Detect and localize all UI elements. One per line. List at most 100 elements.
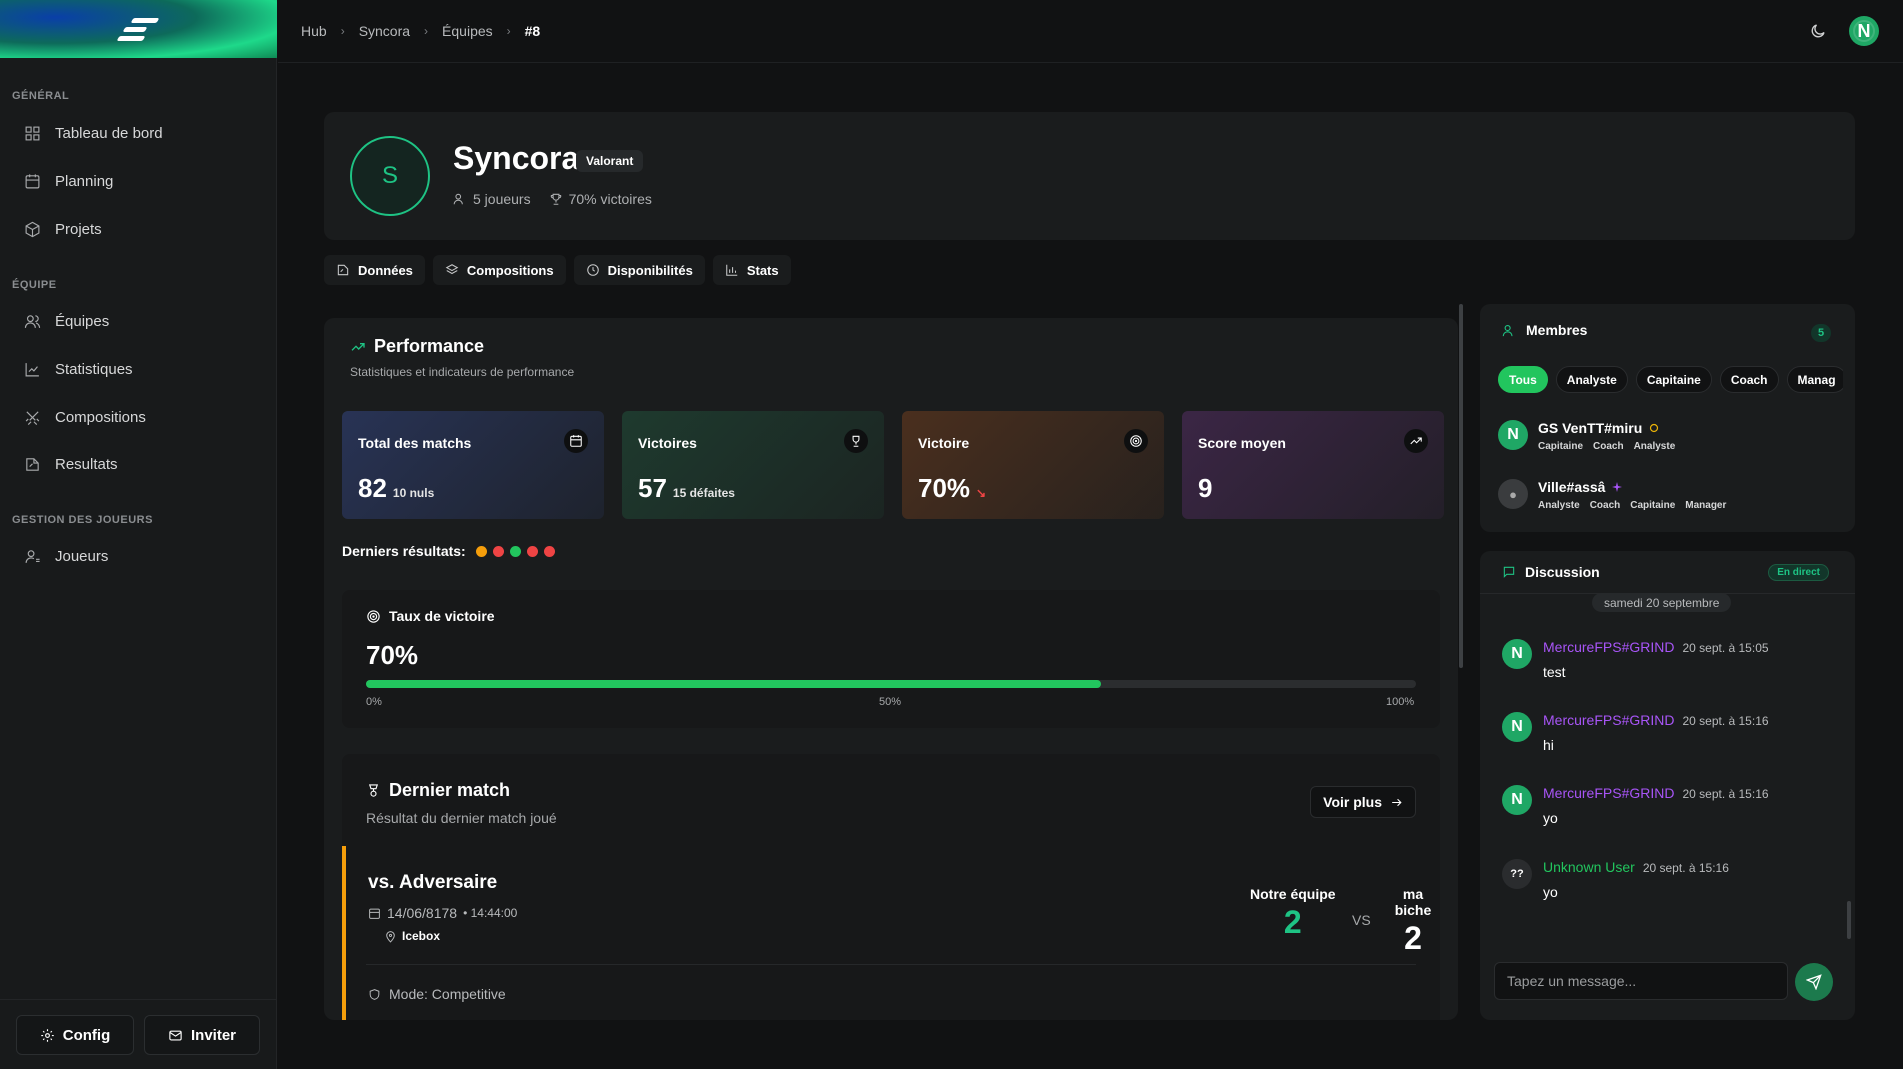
chevron-right-icon: › <box>506 24 511 38</box>
stat-sub: 15 défaites <box>672 486 735 500</box>
tab-data[interactable]: Données <box>324 255 425 285</box>
filter-manager[interactable]: Manag <box>1786 366 1843 393</box>
layers-icon <box>445 264 459 275</box>
chat-message: N MercureFPS#GRIND 20 sept. à 15:16 yo <box>1502 785 1769 826</box>
stat-value-wrap: 70% ↘ <box>918 473 986 504</box>
away-team-score: 2 <box>1404 920 1422 956</box>
stat-value-wrap: 9 <box>1198 473 1212 504</box>
see-more-button[interactable]: Voir plus <box>1310 786 1416 818</box>
member-item[interactable]: ● Ville#assâ Analyste Coach Capitaine Ma… <box>1498 479 1726 511</box>
match-map: Icebox <box>384 929 440 943</box>
main-scrollbar[interactable] <box>1459 304 1463 668</box>
member-item[interactable]: N GS VenTT#miru Capitaine Coach Analyste <box>1498 420 1675 452</box>
sidebar-item-teams[interactable]: Équipes <box>24 313 109 330</box>
stat-value: 57 <box>638 473 667 503</box>
team-avatar: S <box>350 136 430 216</box>
stat-label: Score moyen <box>1198 435 1286 451</box>
result-dot <box>526 545 538 557</box>
invite-label: Inviter <box>190 1026 236 1044</box>
sidebar-item-dashboard[interactable]: Tableau de bord <box>24 125 163 142</box>
home-score: Notre équipe 2 <box>1250 886 1336 941</box>
box-icon <box>25 221 40 238</box>
message-author[interactable]: MercureFPS#GRIND <box>1543 712 1674 728</box>
sidebar-item-results[interactable]: Resultats <box>24 456 118 473</box>
sidebar-item-compositions[interactable]: Compositions <box>24 409 146 426</box>
chat-message: N MercureFPS#GRIND 20 sept. à 15:05 test <box>1502 639 1769 680</box>
message-text: yo <box>1543 884 1558 900</box>
bar-chart-icon <box>726 264 738 276</box>
stat-value: 9 <box>1198 473 1213 503</box>
chat-scrollbar[interactable] <box>1847 901 1851 939</box>
breadcrumb-syncora[interactable]: Syncora <box>359 23 410 39</box>
calendar-icon <box>369 908 380 919</box>
member-name: GS VenTT#miru <box>1538 420 1643 436</box>
member-roles: Capitaine Coach Analyste <box>1538 441 1675 452</box>
message-author[interactable]: MercureFPS#GRIND <box>1543 639 1674 655</box>
chevron-right-icon: › <box>424 24 429 38</box>
breadcrumb-hub[interactable]: Hub <box>301 23 327 39</box>
trophy-icon <box>844 429 868 453</box>
match-date: 14/06/8178 • 14:44:00 <box>368 905 517 921</box>
last-match-subtitle: Résultat du dernier match joué <box>366 810 557 826</box>
chat-message-input[interactable] <box>1494 962 1788 1000</box>
role-badge: Analyste <box>1538 500 1580 511</box>
tab-compositions[interactable]: Compositions <box>432 255 566 285</box>
swords-icon <box>25 411 40 425</box>
players-count-text: 5 joueurs <box>473 191 531 207</box>
members-title-text: Membres <box>1526 322 1588 338</box>
message-author[interactable]: MercureFPS#GRIND <box>1543 785 1674 801</box>
member-name-row: GS VenTT#miru <box>1538 420 1675 436</box>
breadcrumb-teams[interactable]: Équipes <box>442 23 493 39</box>
sidebar-item-players[interactable]: Joueurs <box>24 548 108 565</box>
invite-button[interactable]: Inviter <box>144 1015 260 1055</box>
stat-sub: 10 nuls <box>392 486 435 500</box>
filter-all[interactable]: Tous <box>1498 366 1548 393</box>
filter-captain[interactable]: Capitaine <box>1635 366 1712 393</box>
user-avatar[interactable]: N <box>1849 16 1879 46</box>
breadcrumb-current: #8 <box>524 23 541 39</box>
filter-coach[interactable]: Coach <box>1719 366 1779 393</box>
sidebar-item-planning[interactable]: Planning <box>24 173 113 190</box>
sidebar-item-stats[interactable]: Statistiques <box>24 361 133 378</box>
stat-card-wins: Victoires 57 15 défaites <box>622 411 884 519</box>
avatar: N <box>1502 639 1532 669</box>
member-roles: Analyste Coach Capitaine Manager <box>1538 500 1726 511</box>
dashboard-icon <box>25 126 40 141</box>
avatar: ?? <box>1502 859 1532 889</box>
moon-icon[interactable] <box>1809 22 1827 40</box>
breadcrumb: Hub › Syncora › Équipes › #8 <box>301 23 540 39</box>
message-time: 20 sept. à 15:16 <box>1682 787 1769 801</box>
win-rate-value: 70% <box>366 640 419 670</box>
team-meta: 5 joueurs 70% victoires <box>453 191 652 207</box>
players-count: 5 joueurs <box>453 191 531 207</box>
game-badge: Valorant <box>576 150 644 172</box>
chevron-right-icon: › <box>340 24 345 38</box>
discussion-panel: Discussion En direct samedi 20 septembre… <box>1480 551 1855 1020</box>
win-rate-card: Taux de victoire 70% 0% 50% 100% <box>342 590 1440 728</box>
home-team-name: Notre équipe <box>1250 886 1336 902</box>
members-title: Membres <box>1502 322 1587 338</box>
tab-stats[interactable]: Stats <box>712 255 791 285</box>
calendar-clock-icon <box>25 174 40 189</box>
match-row[interactable]: vs. Adversaire 14/06/8178 • 14:44:00 Ice… <box>342 846 1440 1020</box>
send-button[interactable] <box>1795 963 1833 1001</box>
crown-icon <box>1650 423 1659 433</box>
config-button[interactable]: Config <box>16 1015 134 1055</box>
role-badge: Manager <box>1685 500 1727 511</box>
tab-availability[interactable]: Disponibilités <box>573 255 705 285</box>
winrate-summary-text: 70% victoires <box>568 191 652 207</box>
away-team-name: ma biche <box>1394 886 1432 918</box>
message-author[interactable]: Unknown User <box>1543 859 1635 875</box>
win-rate-title-text: Taux de victoire <box>389 608 495 624</box>
stat-label: Total des matchs <box>358 435 472 451</box>
role-badge: Capitaine <box>1630 500 1676 511</box>
sidebar-item-projects[interactable]: Projets <box>24 221 102 238</box>
tab-label: Stats <box>746 262 779 278</box>
result-dot <box>543 545 555 557</box>
map-pin-icon <box>386 930 395 943</box>
win-rate-bar <box>366 680 1416 688</box>
filter-analyst[interactable]: Analyste <box>1555 366 1628 393</box>
app-logo[interactable] <box>0 0 277 58</box>
role-badge: Coach <box>1593 441 1624 452</box>
see-more-label: Voir plus <box>1323 794 1382 810</box>
